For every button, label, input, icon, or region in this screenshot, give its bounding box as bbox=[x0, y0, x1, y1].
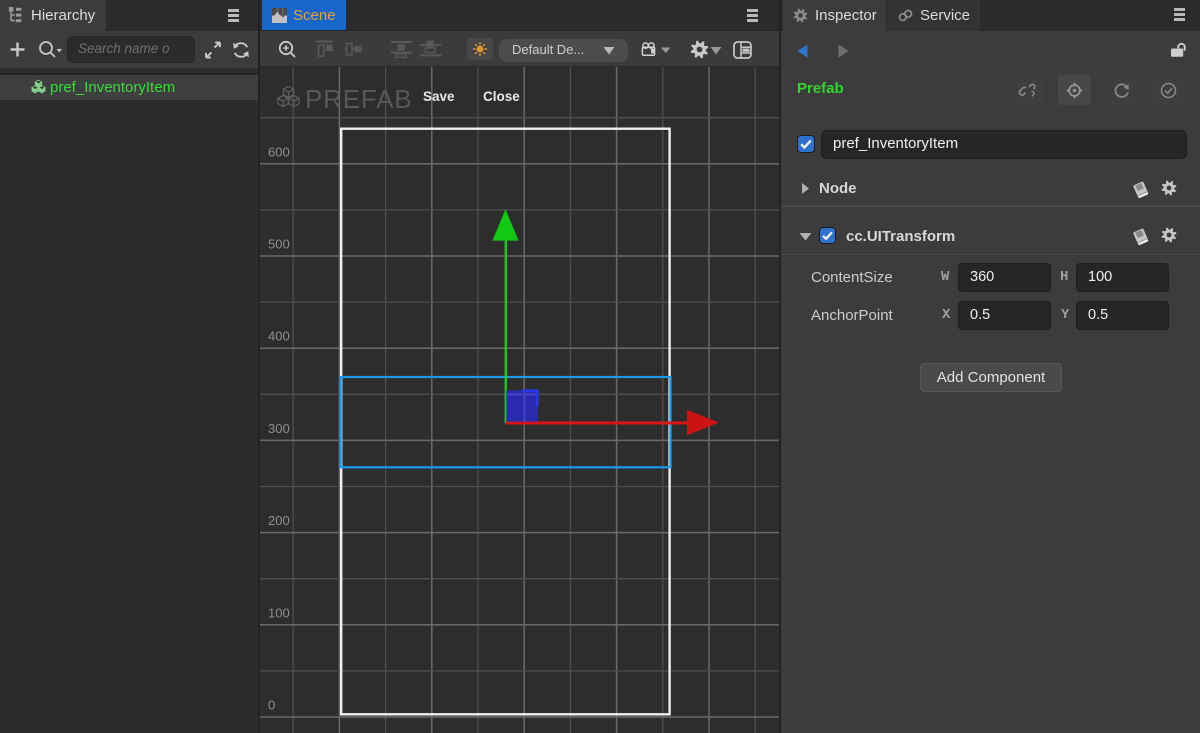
svg-text:200: 200 bbox=[268, 513, 290, 528]
svg-text:500: 500 bbox=[268, 237, 290, 252]
svg-text:100: 100 bbox=[268, 605, 290, 620]
svg-text:300: 300 bbox=[268, 421, 290, 436]
svg-text:0: 0 bbox=[268, 698, 275, 713]
svg-text:600: 600 bbox=[268, 144, 290, 159]
svg-text:400: 400 bbox=[268, 329, 290, 344]
